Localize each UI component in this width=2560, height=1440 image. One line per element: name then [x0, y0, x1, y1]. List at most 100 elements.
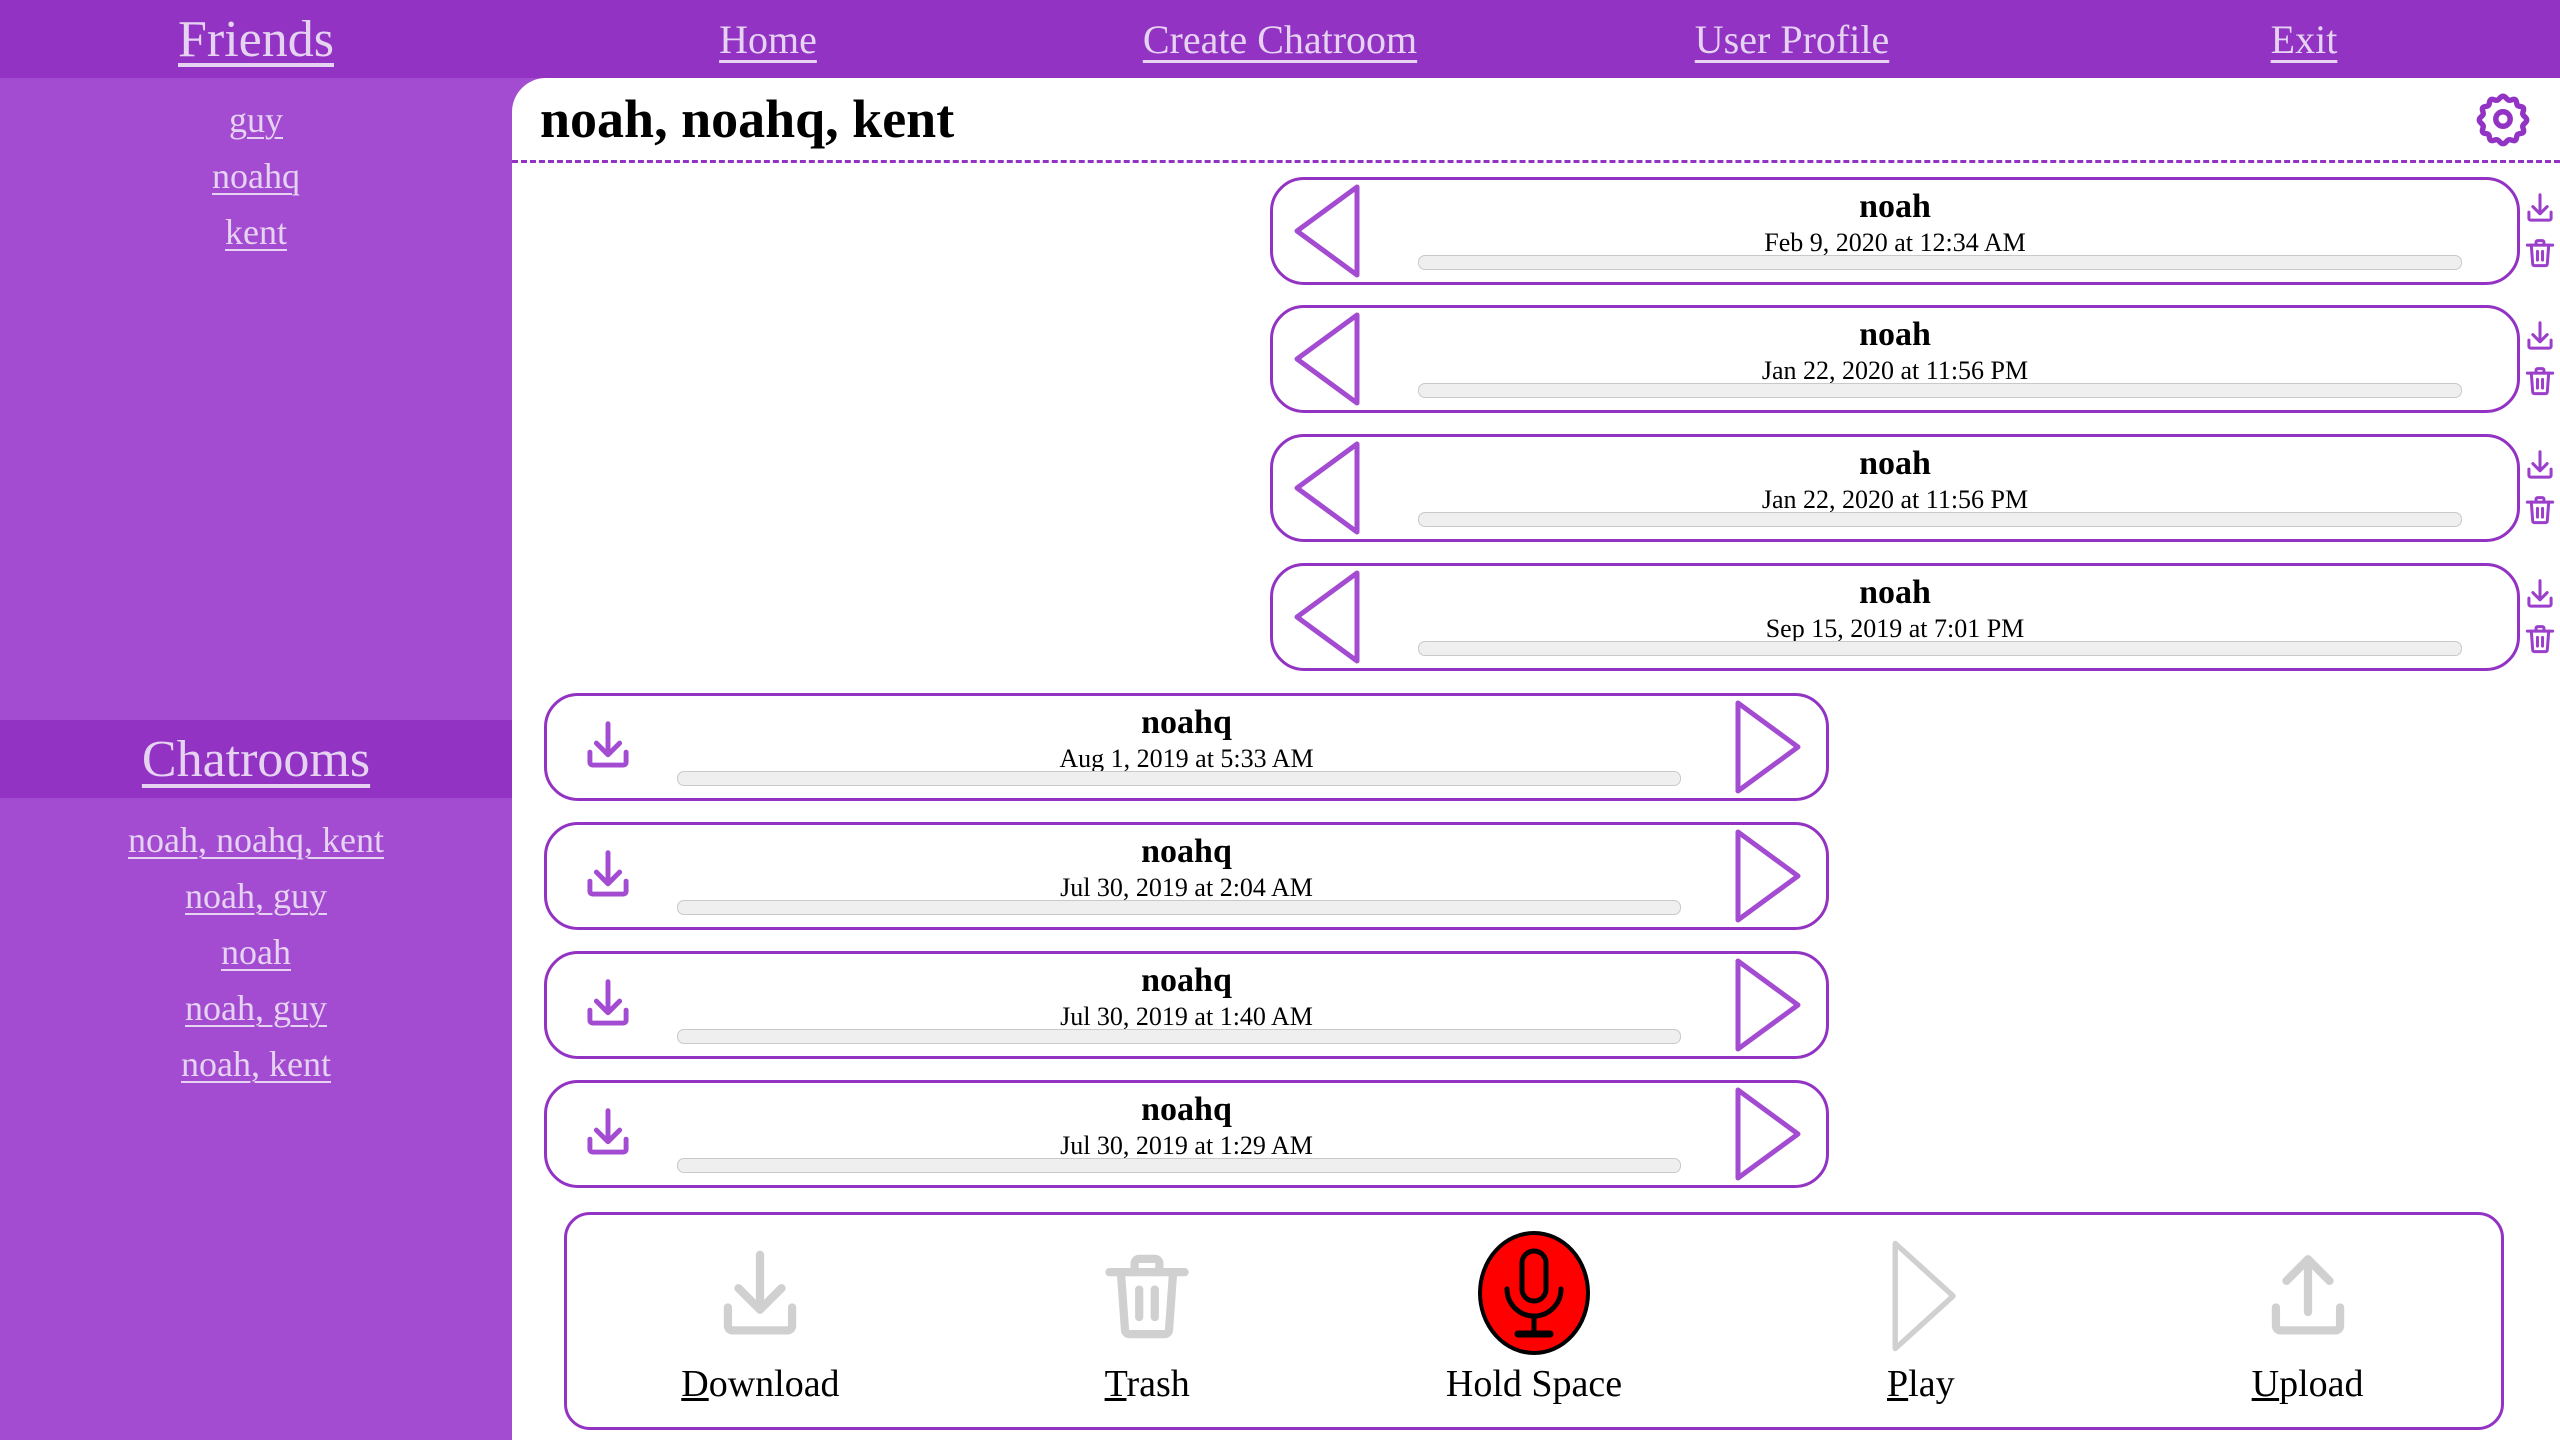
trash-icon[interactable]	[2521, 491, 2559, 529]
message-bubble[interactable]: noahq Jul 30, 2019 at 1:29 AM	[544, 1080, 1829, 1188]
chatrooms-section: Chatrooms noah, noahq, kent noah, guy no…	[0, 720, 512, 1092]
download-icon	[705, 1236, 815, 1356]
chatrooms-header-label[interactable]: Chatrooms	[142, 730, 370, 789]
message-sender: noahq	[1141, 1091, 1232, 1128]
record-label: Hold Space	[1445, 1363, 1623, 1405]
trash-button[interactable]: Trash	[954, 1236, 1341, 1406]
nav-cell-home: Home	[512, 0, 1024, 78]
message-sender: noah	[1859, 316, 1931, 353]
download-label: Download	[681, 1362, 839, 1406]
chatroom-item[interactable]: noah	[221, 924, 291, 980]
message-meta: noah Feb 9, 2020 at 12:34 AM	[1273, 188, 2517, 260]
nav-link-exit[interactable]: Exit	[2271, 16, 2338, 63]
message-meta: noah Jan 22, 2020 at 11:56 PM	[1273, 445, 2517, 517]
label-rest: rash	[1126, 1363, 1190, 1405]
chatroom-item[interactable]: noah, guy	[185, 980, 327, 1036]
message-row-outgoing: noahq Jul 30, 2019 at 1:40 AM	[544, 951, 1834, 1061]
audio-progress-bar[interactable]	[1418, 383, 2462, 398]
play-label: Play	[1887, 1362, 1955, 1406]
message-actions	[2518, 177, 2560, 285]
play-icon[interactable]	[1732, 1086, 1804, 1182]
nav-link-friends[interactable]: Friends	[178, 10, 334, 69]
play-icon[interactable]	[1732, 957, 1804, 1053]
nav-link-create-chatroom[interactable]: Create Chatroom	[1143, 16, 1417, 63]
chatroom-panel: noah, noahq, kent noah Feb 9, 2020 at 12…	[512, 78, 2560, 1440]
message-bubble[interactable]: noah Jan 22, 2020 at 11:56 PM	[1270, 305, 2520, 413]
message-bubble[interactable]: noah Sep 15, 2019 at 7:01 PM	[1270, 563, 2520, 671]
friend-item[interactable]: noahq	[212, 148, 300, 204]
trash-icon[interactable]	[2521, 234, 2559, 272]
friend-item[interactable]: kent	[225, 204, 287, 260]
download-icon[interactable]	[2521, 318, 2559, 356]
message-meta: noahq Jul 30, 2019 at 2:04 AM	[547, 833, 1826, 905]
trash-label: Trash	[1105, 1362, 1190, 1406]
message-meta: noah Jan 22, 2020 at 11:56 PM	[1273, 316, 2517, 388]
message-bubble[interactable]: noahq Jul 30, 2019 at 1:40 AM	[544, 951, 1829, 1059]
message-bubble[interactable]: noahq Aug 1, 2019 at 5:33 AM	[544, 693, 1829, 801]
message-bubble[interactable]: noahq Jul 30, 2019 at 2:04 AM	[544, 822, 1829, 930]
audio-progress-bar[interactable]	[677, 1158, 1681, 1173]
message-row-incoming: noah Feb 9, 2020 at 12:34 AM	[1270, 177, 2560, 287]
download-button[interactable]: Download	[567, 1236, 954, 1406]
message-list: noah Feb 9, 2020 at 12:34 AM noah Jan 22…	[512, 163, 2560, 1353]
nav-link-home[interactable]: Home	[719, 16, 817, 63]
chatrooms-list: noah, noahq, kent noah, guy noah noah, g…	[0, 798, 512, 1092]
download-icon[interactable]	[2521, 447, 2559, 485]
message-bubble[interactable]: noah Jan 22, 2020 at 11:56 PM	[1270, 434, 2520, 542]
audio-progress-bar[interactable]	[1418, 641, 2462, 656]
message-meta: noahq Aug 1, 2019 at 5:33 AM	[547, 704, 1826, 776]
message-bubble[interactable]: noah Feb 9, 2020 at 12:34 AM	[1270, 177, 2520, 285]
record-button[interactable]: Hold Space	[1341, 1231, 1728, 1406]
play-button[interactable]: Play	[1727, 1236, 2114, 1406]
message-actions	[2518, 305, 2560, 413]
message-sender: noahq	[1141, 833, 1232, 870]
play-icon[interactable]	[1732, 699, 1804, 795]
message-actions	[2518, 434, 2560, 542]
message-sender: noah	[1859, 574, 1931, 611]
message-sender: noahq	[1141, 962, 1232, 999]
audio-progress-bar[interactable]	[1418, 512, 2462, 527]
download-icon[interactable]	[2521, 576, 2559, 614]
message-actions	[2518, 563, 2560, 671]
chatrooms-header: Chatrooms	[0, 720, 512, 798]
accesskey-letter: D	[681, 1363, 709, 1405]
chatroom-item[interactable]: noah, noahq, kent	[128, 812, 384, 868]
label-rest: lay	[1908, 1363, 1955, 1405]
accesskey-letter: U	[2251, 1363, 2280, 1405]
upload-label: Upload	[2252, 1362, 2364, 1406]
audio-progress-bar[interactable]	[677, 1029, 1681, 1044]
message-sender: noah	[1859, 188, 1931, 225]
left-sidebar: Friends guy noahq kent Chatrooms noah, n…	[0, 0, 512, 1440]
audio-progress-bar[interactable]	[1418, 255, 2462, 270]
audio-progress-bar[interactable]	[677, 900, 1681, 915]
message-meta: noahq Jul 30, 2019 at 1:40 AM	[547, 962, 1826, 1034]
message-sender: noah	[1859, 445, 1931, 482]
nav-cell-friends: Friends	[0, 0, 512, 78]
chatroom-header: noah, noahq, kent	[512, 78, 2560, 163]
chatroom-item[interactable]: noah, kent	[181, 1036, 331, 1092]
gear-icon[interactable]	[2472, 88, 2534, 150]
download-icon[interactable]	[2521, 190, 2559, 228]
play-icon[interactable]	[1732, 828, 1804, 924]
nav-link-user-profile[interactable]: User Profile	[1695, 16, 1889, 63]
trash-icon[interactable]	[2521, 620, 2559, 658]
chatroom-item[interactable]: noah, guy	[185, 868, 327, 924]
upload-button[interactable]: Upload	[2114, 1236, 2501, 1406]
message-row-incoming: noah Sep 15, 2019 at 7:01 PM	[1270, 563, 2560, 673]
message-row-incoming: noah Jan 22, 2020 at 11:56 PM	[1270, 434, 2560, 544]
page-title: noah, noahq, kent	[540, 89, 955, 149]
accesskey-letter: T	[1104, 1363, 1127, 1405]
nav-cell-exit: Exit	[2048, 0, 2560, 78]
message-sender: noahq	[1141, 704, 1232, 741]
nav-cell-user-profile: User Profile	[1536, 0, 2048, 78]
label-rest: ownload	[708, 1363, 840, 1405]
trash-icon[interactable]	[2521, 362, 2559, 400]
trash-icon	[1092, 1236, 1202, 1356]
nav-cell-create-chatroom: Create Chatroom	[1024, 0, 1536, 78]
label-rest: pload	[2279, 1363, 2364, 1405]
message-row-incoming: noah Jan 22, 2020 at 11:56 PM	[1270, 305, 2560, 415]
message-row-outgoing: noahq Jul 30, 2019 at 2:04 AM	[544, 822, 1834, 932]
friend-item[interactable]: guy	[229, 92, 283, 148]
message-row-outgoing: noahq Aug 1, 2019 at 5:33 AM	[544, 693, 1834, 803]
audio-progress-bar[interactable]	[677, 771, 1681, 786]
